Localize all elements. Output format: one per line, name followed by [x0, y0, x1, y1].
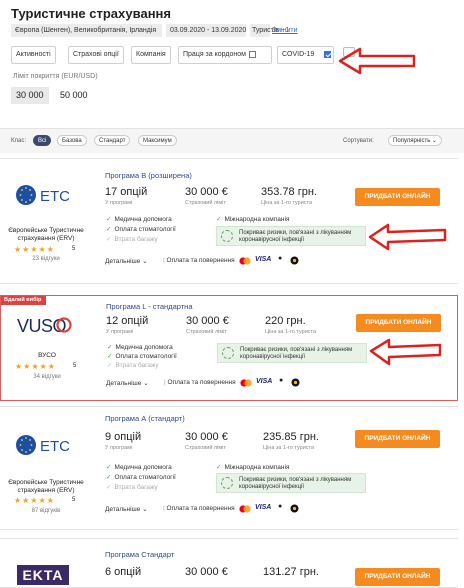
annotation-arrows [338, 47, 447, 366]
annotation-arrow-icon [369, 338, 442, 366]
annotation-arrow-icon [368, 223, 447, 251]
annotation-arrow-icon [338, 47, 416, 75]
